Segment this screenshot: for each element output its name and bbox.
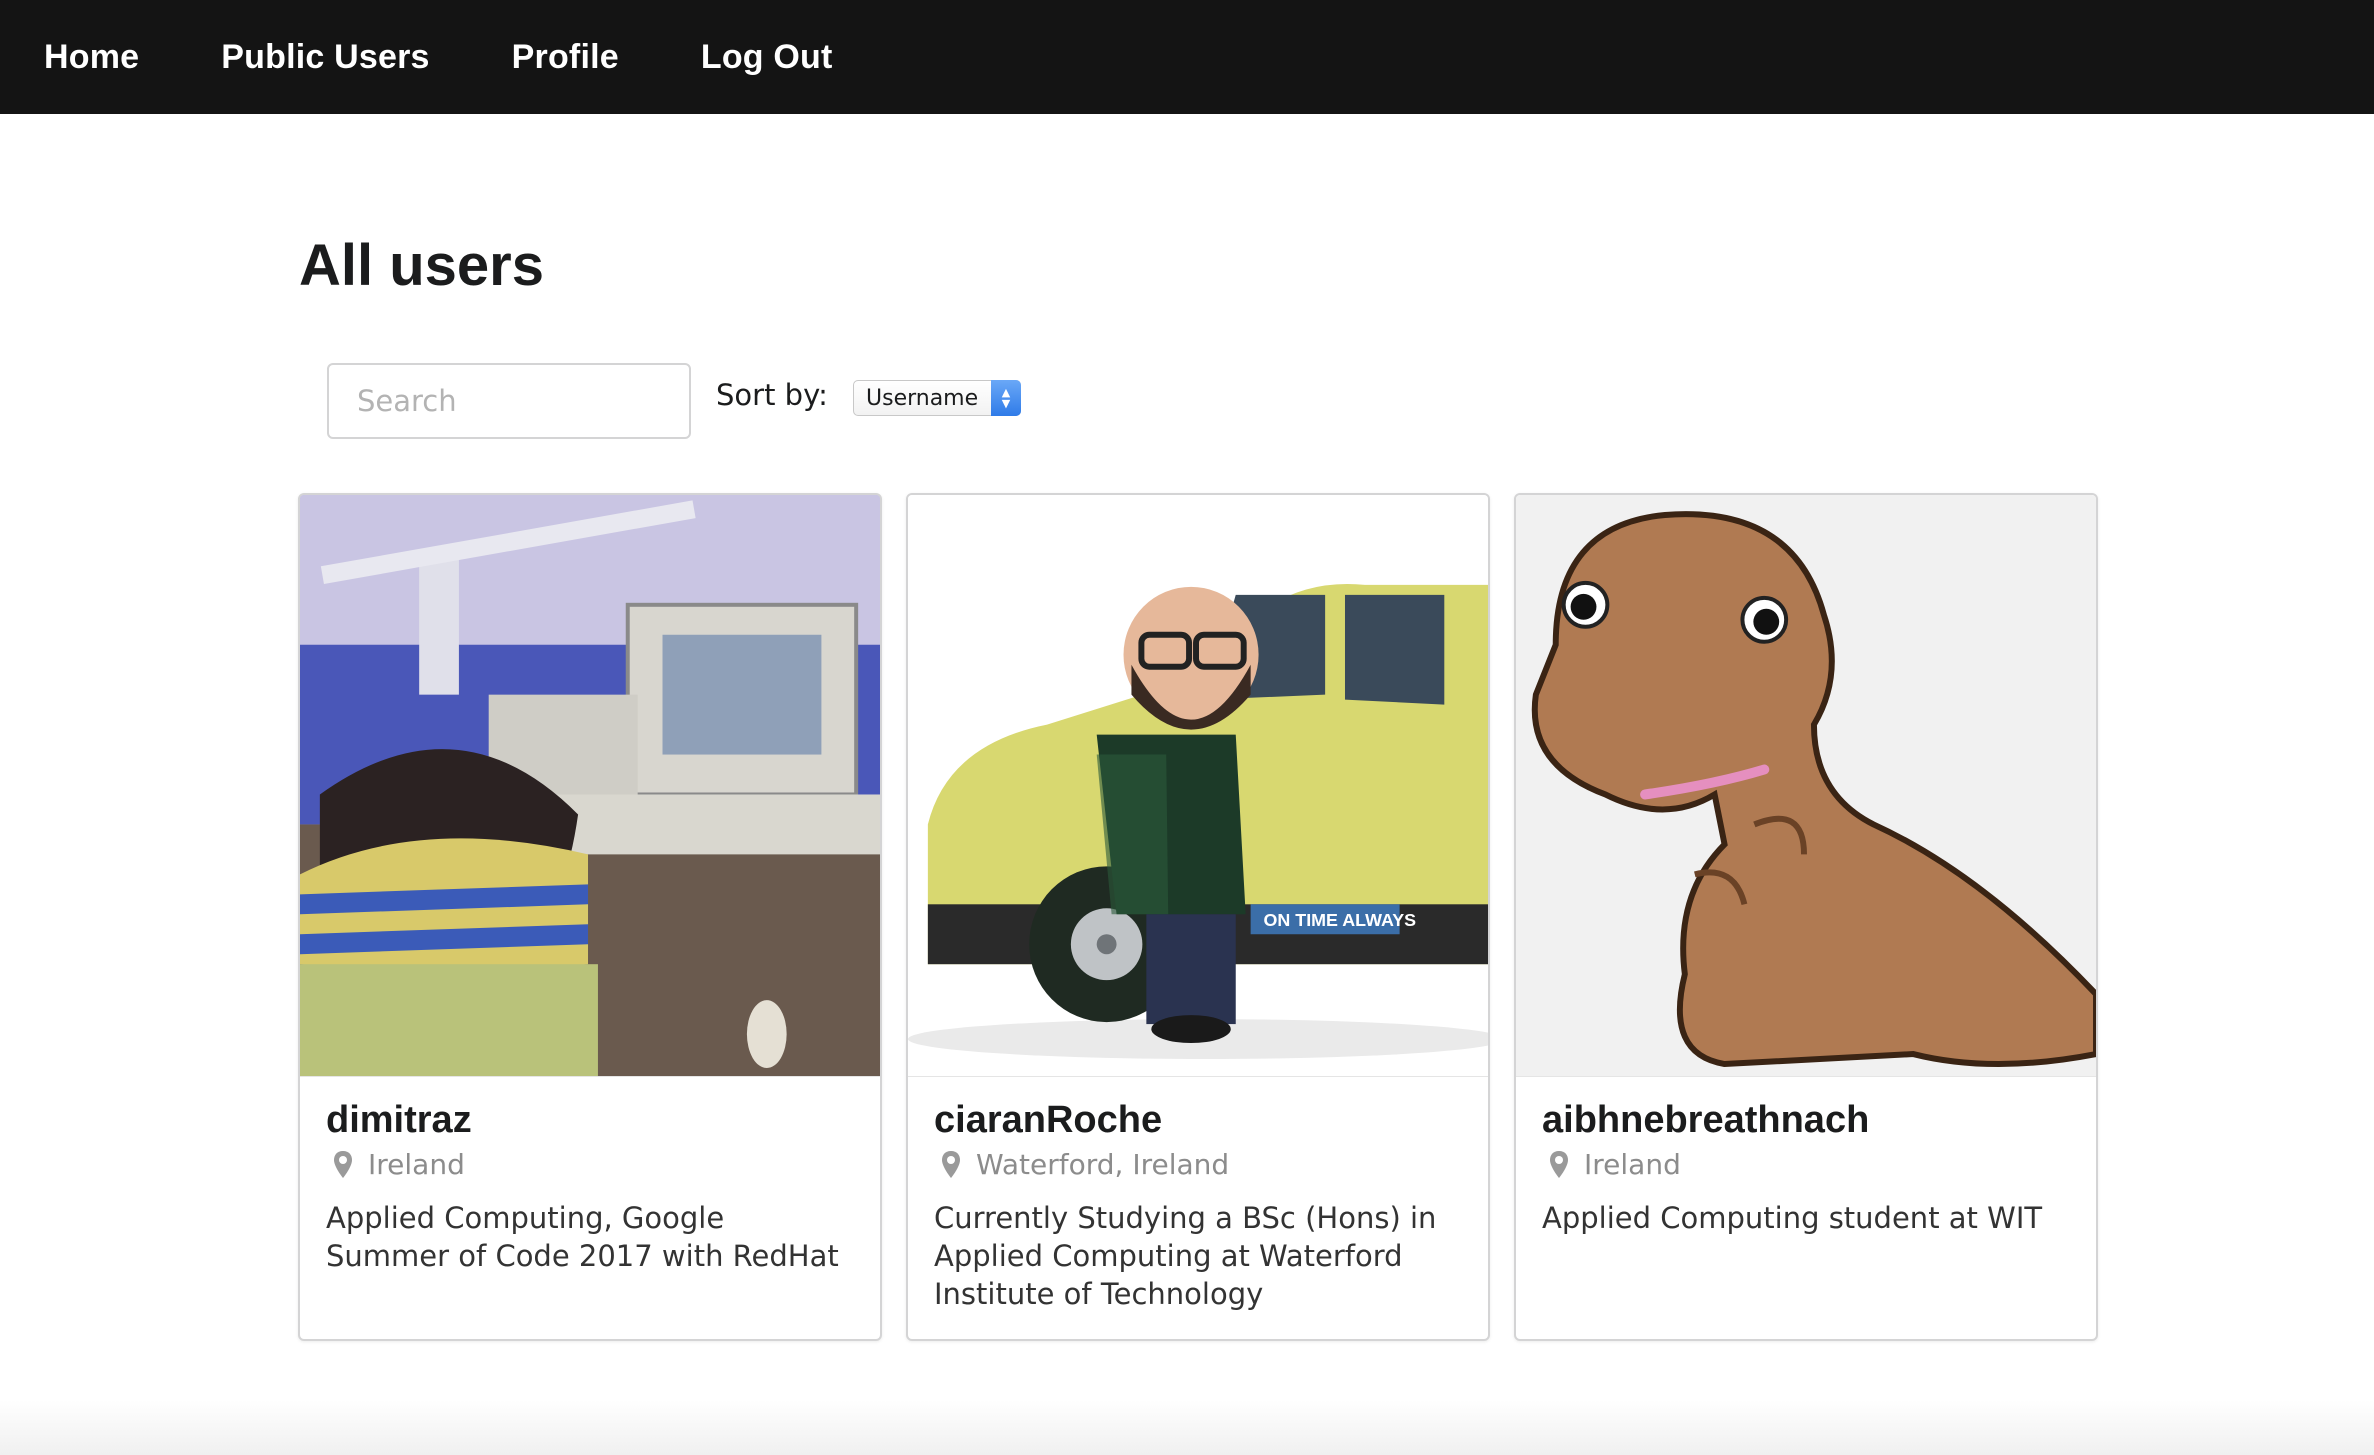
- user-description: Applied Computing student at WIT: [1542, 1201, 2043, 1235]
- sort-select[interactable]: Username ▲ ▼: [853, 380, 1021, 416]
- sort-label: Sort by:: [716, 378, 828, 412]
- user-location: Ireland: [1584, 1148, 1681, 1181]
- user-avatar-image: [1516, 495, 2096, 1077]
- user-location: Ireland: [368, 1148, 465, 1181]
- nav-public-users-link[interactable]: Public Users: [221, 38, 429, 77]
- user-avatar-image: ON TIME ALWAYS: [908, 495, 1488, 1077]
- user-location: Waterford, Ireland: [976, 1148, 1230, 1181]
- search-input[interactable]: [327, 363, 691, 439]
- map-pin-icon: [940, 1150, 962, 1180]
- user-name[interactable]: ciaranRoche: [934, 1099, 1462, 1142]
- nav-profile-link[interactable]: Profile: [512, 38, 619, 77]
- map-pin-icon: [332, 1150, 354, 1180]
- sort-selected-value: Username: [866, 385, 979, 411]
- user-card[interactable]: ON TIME ALWAYS ciaranRoche Waterford, Ir…: [906, 493, 1490, 1341]
- user-card[interactable]: aibhnebreathnach Ireland Applied Computi…: [1514, 493, 2098, 1341]
- user-avatar-image: [300, 495, 880, 1077]
- map-pin-icon: [1548, 1150, 1570, 1180]
- nav-home-link[interactable]: Home: [44, 38, 139, 77]
- user-name[interactable]: dimitraz: [326, 1099, 854, 1142]
- page-bottom-shade: [0, 1400, 2374, 1455]
- van-text: ON TIME ALWAYS: [1264, 910, 1417, 930]
- up-down-chevron-icon: ▲ ▼: [991, 380, 1021, 416]
- user-name[interactable]: aibhnebreathnach: [1542, 1099, 2070, 1142]
- user-card[interactable]: dimitraz Ireland Applied Computing, Goog…: [298, 493, 882, 1341]
- nav-logout-link[interactable]: Log Out: [701, 38, 833, 77]
- user-description: Currently Studying a BSc (Hons) in Appli…: [934, 1201, 1437, 1311]
- top-nav-bar: Home Public Users Profile Log Out: [0, 0, 2374, 114]
- page-title: All users: [299, 233, 544, 298]
- user-description: Applied Computing, Google Summer of Code…: [326, 1201, 839, 1273]
